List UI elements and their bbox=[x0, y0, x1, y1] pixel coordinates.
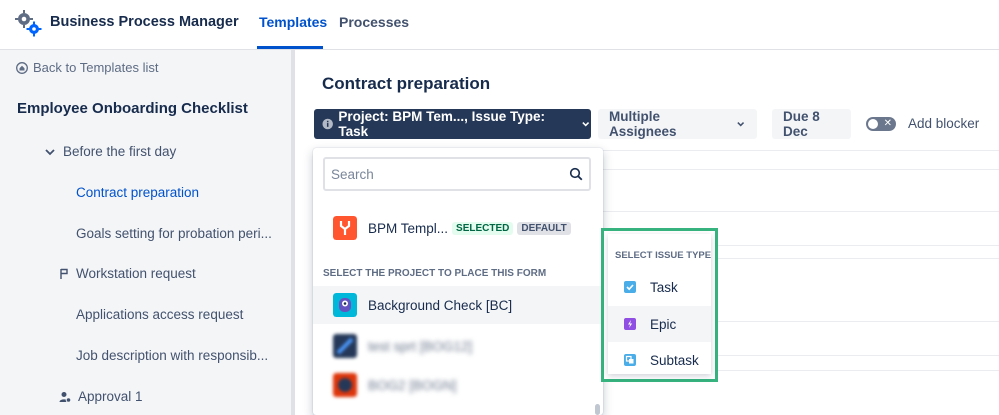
divider bbox=[718, 258, 999, 259]
issue-type-label: Epic bbox=[650, 316, 677, 332]
add-blocker-label: Add blocker bbox=[908, 116, 980, 131]
project-option-bog2[interactable]: BOG2 [BOGN] bbox=[313, 366, 603, 404]
project-group-header: SELECT THE PROJECT TO PLACE THIS FORM bbox=[323, 268, 547, 279]
divider bbox=[600, 211, 999, 212]
checklist-title: Employee Onboarding Checklist bbox=[17, 100, 248, 117]
chevron-down-icon bbox=[581, 122, 589, 127]
search-icon bbox=[569, 167, 583, 181]
info-icon bbox=[322, 118, 333, 130]
task-icon bbox=[624, 281, 636, 293]
project-name: Background Check [BC] bbox=[368, 297, 513, 313]
issue-type-header: SELECT ISSUE TYPE bbox=[615, 250, 712, 261]
wrench-project-icon bbox=[333, 216, 357, 240]
due-date-label: Due 8 Dec bbox=[783, 109, 820, 139]
flag-icon bbox=[60, 268, 68, 279]
chevron-down-icon bbox=[736, 122, 744, 127]
issue-type-menu: SELECT ISSUE TYPE Task Epic Subtask bbox=[608, 234, 711, 374]
project-option-background-check[interactable]: Background Check [BC] bbox=[313, 286, 603, 324]
default-badge: DEFAULT bbox=[517, 221, 571, 235]
project-name: BPM Templ... bbox=[368, 220, 449, 236]
app-title: Business Process Manager bbox=[50, 14, 239, 30]
sidebar-resize-handle[interactable] bbox=[291, 50, 295, 415]
selected-badge: SELECTED bbox=[452, 221, 514, 235]
divider bbox=[718, 355, 999, 356]
tab-templates[interactable]: Templates bbox=[259, 14, 327, 30]
due-date-button[interactable]: Due 8 Dec bbox=[772, 109, 851, 139]
project-issue-type-button[interactable]: Project: BPM Tem..., Issue Type: Task bbox=[314, 109, 591, 139]
sidebar-item-goals-setting[interactable]: Goals setting for probation peri... bbox=[76, 226, 272, 241]
assignees-label: Multiple Assignees bbox=[609, 109, 677, 139]
search-field[interactable] bbox=[323, 157, 591, 191]
selected-project-option[interactable]: BPM Templ... SELECTED DEFAULT bbox=[313, 209, 603, 247]
issue-type-label: Task bbox=[650, 279, 678, 295]
sidebar-item-applications-access[interactable]: Applications access request bbox=[76, 307, 243, 322]
sidebar-item-label: Contract preparation bbox=[76, 185, 200, 200]
sidebar-item-approval-1[interactable]: Approval 1 bbox=[59, 389, 143, 404]
page-title: Contract preparation bbox=[322, 74, 491, 93]
sidebar-item-before-first-day[interactable]: Before the first day bbox=[44, 144, 176, 159]
home-icon bbox=[16, 61, 28, 74]
project-name: BOG2 [BOGN] bbox=[368, 377, 457, 393]
issue-type-option-subtask[interactable]: Subtask bbox=[608, 342, 711, 378]
issue-type-label: Subtask bbox=[650, 352, 699, 368]
top-bar: Business Process Manager Templates Proce… bbox=[0, 0, 999, 50]
project-avatar-icon bbox=[333, 334, 357, 358]
sidebar-item-job-description[interactable]: Job description with responsib... bbox=[76, 348, 268, 363]
sidebar-item-workstation-request[interactable]: Workstation request bbox=[59, 266, 196, 281]
divider bbox=[718, 321, 999, 322]
epic-icon bbox=[624, 318, 636, 330]
subtask-icon bbox=[624, 354, 636, 366]
toggle-knob bbox=[868, 119, 878, 129]
sidebar-item-label: Goals setting for probation peri... bbox=[76, 226, 272, 241]
divider bbox=[600, 169, 999, 170]
toggle-off-icon: ✕ bbox=[883, 118, 892, 129]
project-dropdown: BPM Templ... SELECTED DEFAULT SELECT THE… bbox=[313, 148, 603, 415]
dropdown-scrollbar[interactable] bbox=[595, 404, 600, 415]
sidebar-item-contract-preparation[interactable]: Contract preparation bbox=[76, 185, 199, 200]
back-link-label: Back to Templates list bbox=[33, 60, 159, 75]
robot-project-icon bbox=[333, 293, 357, 317]
issue-type-option-task[interactable]: Task bbox=[608, 269, 711, 305]
active-tab-indicator bbox=[257, 46, 323, 49]
search-input[interactable] bbox=[331, 159, 561, 189]
sidebar-item-label: Job description with responsib... bbox=[76, 348, 269, 363]
divider bbox=[718, 370, 999, 371]
sidebar-item-label: Applications access request bbox=[76, 307, 244, 322]
sidebar-item-label: Before the first day bbox=[63, 144, 177, 159]
project-issue-type-label: Project: BPM Tem..., Issue Type: Task bbox=[338, 109, 545, 139]
tab-processes[interactable]: Processes bbox=[339, 14, 409, 30]
back-to-templates-link[interactable]: Back to Templates list bbox=[16, 60, 158, 75]
chevron-down-icon[interactable] bbox=[44, 146, 56, 158]
project-name: test sprt [BOG12] bbox=[368, 338, 473, 354]
add-blocker-toggle[interactable]: ✕ bbox=[866, 117, 896, 131]
divider bbox=[718, 245, 999, 246]
multiple-assignees-button[interactable]: Multiple Assignees bbox=[598, 109, 757, 139]
gears-logo-icon bbox=[15, 10, 42, 37]
sidebar-item-label: Workstation request bbox=[76, 266, 196, 281]
sidebar-item-label: Approval 1 bbox=[78, 389, 143, 404]
user-approval-icon bbox=[59, 391, 71, 403]
project-avatar-icon bbox=[333, 373, 357, 397]
issue-type-highlight: SELECT ISSUE TYPE Task Epic Subtask bbox=[601, 228, 718, 382]
issue-type-option-epic[interactable]: Epic bbox=[608, 306, 711, 342]
project-option-test-sprt[interactable]: test sprt [BOG12] bbox=[313, 327, 603, 365]
